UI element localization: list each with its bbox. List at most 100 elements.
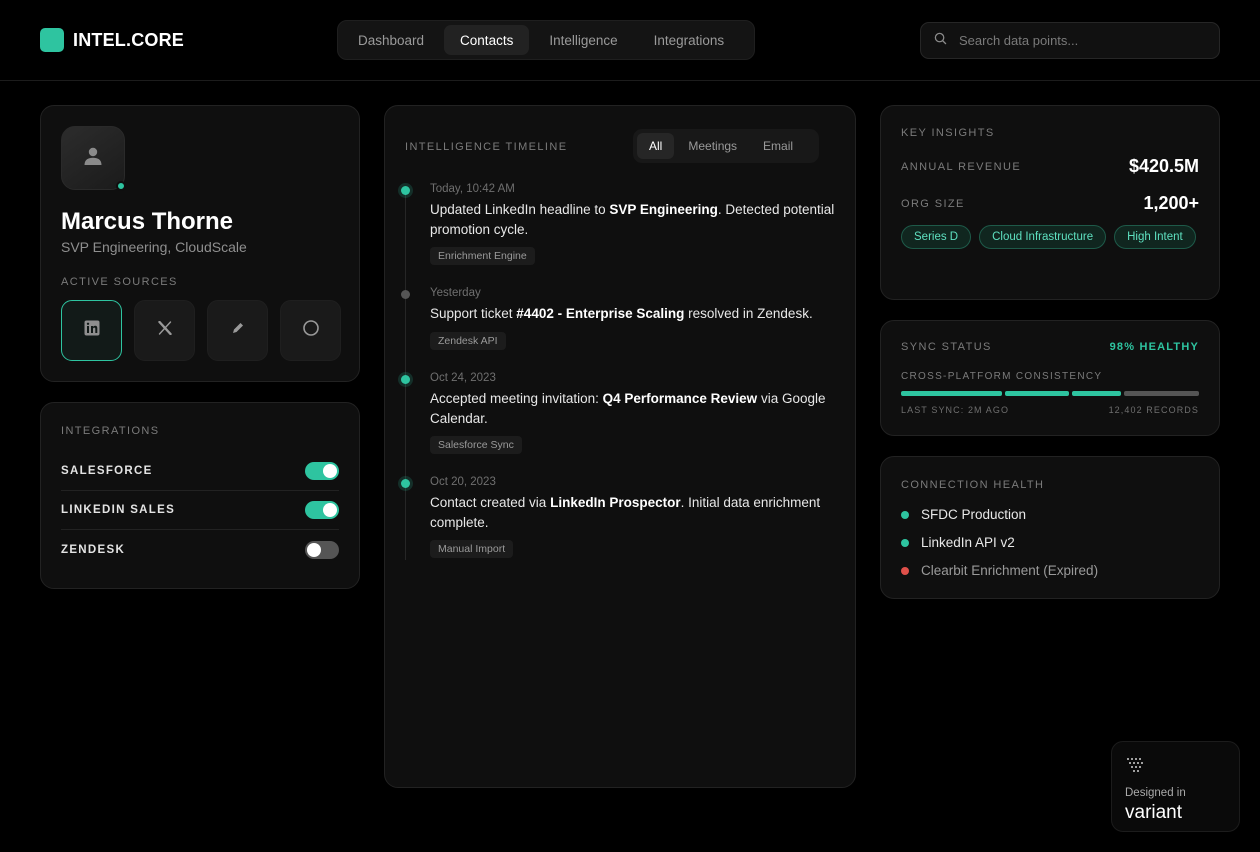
connection-name: SFDC Production	[921, 507, 1027, 522]
search-input[interactable]	[959, 33, 1199, 48]
toggle-knob	[307, 542, 321, 557]
timeline-event: Oct 20, 2023 Contact created via LinkedI…	[401, 476, 831, 558]
designed-in-badge[interactable]: Designed in variant	[1111, 741, 1240, 832]
timeline-event: Oct 24, 2023 Accepted meeting invitation…	[401, 372, 831, 454]
integrations-card: INTEGRATIONS SALESFORCE LINKEDIN SALES Z…	[40, 402, 360, 589]
annual-revenue-label: ANNUAL REVENUE	[901, 160, 1022, 173]
sync-header: SYNC STATUS 98% HEALTHY	[901, 341, 1199, 353]
profile-card: Marcus Thorne SVP Engineering, CloudScal…	[40, 105, 360, 382]
salesforce-toggle[interactable]	[305, 462, 339, 480]
consistency-bar	[901, 391, 1199, 396]
consistency-bar-segment	[901, 391, 1003, 396]
last-sync-text: LAST SYNC: 2M AGO	[901, 405, 1010, 415]
nav-tab-contacts[interactable]: Contacts	[444, 25, 530, 55]
org-size-row: ORG SIZE 1,200+	[901, 193, 1199, 214]
event-date: Oct 20, 2023	[430, 476, 496, 488]
filter-tab-all[interactable]: All	[637, 133, 675, 159]
event-date: Today, 10:42 AM	[430, 183, 515, 195]
connection-name: Clearbit Enrichment (Expired)	[921, 563, 1099, 578]
event-text: Updated LinkedIn headline to SVP Enginee…	[430, 202, 835, 237]
search-box	[920, 22, 1220, 59]
consistency-label: CROSS-PLATFORM CONSISTENCY	[901, 371, 1103, 382]
records-count: 12,402 RECORDS	[1108, 405, 1199, 415]
connection-health-card: CONNECTION HEALTH SFDC Production Linked…	[880, 456, 1220, 599]
event-text: Accepted meeting invitation: Q4 Performa…	[430, 391, 826, 426]
annual-revenue-value: $420.5M	[1128, 156, 1199, 176]
timeline-dot	[401, 186, 410, 195]
timeline-label: INTELLIGENCE TIMELINE	[405, 141, 568, 153]
source-circle-button[interactable]	[280, 300, 341, 361]
insight-tags: Series D Cloud Infrastructure High Inten…	[901, 225, 1199, 249]
event-text: Contact created via LinkedIn Prospector.…	[430, 495, 821, 530]
sync-footer: LAST SYNC: 2M AGO 12,402 RECORDS	[901, 405, 1199, 415]
annual-revenue-row: ANNUAL REVENUE $420.5M	[901, 156, 1199, 177]
insight-tag: High Intent	[1114, 225, 1196, 249]
consistency-bar-segment	[1005, 391, 1069, 396]
timeline-dot	[401, 479, 410, 488]
linkedin-sales-toggle[interactable]	[305, 501, 339, 519]
source-x-button[interactable]	[134, 300, 195, 361]
timeline-filter: All Meetings Email	[633, 129, 819, 163]
variant-logo-icon	[1126, 757, 1144, 778]
sync-status-label: SYNC STATUS	[901, 341, 992, 353]
key-insights-label: KEY INSIGHTS	[901, 127, 995, 139]
nav-tab-dashboard[interactable]: Dashboard	[342, 25, 440, 55]
integration-name: ZENDESK	[61, 543, 126, 556]
linkedin-icon	[84, 320, 100, 341]
status-dot	[901, 510, 909, 519]
source-linkedin-button[interactable]	[61, 300, 122, 361]
nav-tab-intelligence[interactable]: Intelligence	[533, 25, 633, 55]
event-source-tag: Zendesk API	[430, 331, 506, 350]
timeline-dot	[401, 290, 410, 299]
toggle-knob	[323, 464, 337, 478]
main-nav: Dashboard Contacts Intelligence Integrat…	[337, 20, 755, 60]
event-source-tag: Enrichment Engine	[430, 247, 535, 265]
nav-tab-integrations[interactable]: Integrations	[638, 25, 741, 55]
badge-caption: Designed in	[1125, 787, 1186, 799]
source-pen-button[interactable]	[207, 300, 268, 361]
insight-tag: Series D	[901, 225, 972, 249]
timeline-event: Yesterday Support ticket #4402 - Enterpr…	[401, 287, 831, 350]
pen-icon	[231, 321, 245, 340]
zendesk-toggle[interactable]	[305, 540, 339, 559]
filter-tab-email[interactable]: Email	[751, 133, 805, 159]
event-date: Yesterday	[430, 287, 481, 299]
integration-row-linkedin-sales: LINKEDIN SALES	[61, 491, 339, 530]
org-size-value: 1,200+	[1143, 193, 1199, 213]
user-icon	[82, 145, 104, 172]
sync-status-card: SYNC STATUS 98% HEALTHY CROSS-PLATFORM C…	[880, 320, 1220, 436]
connection-item: SFDC Production	[901, 507, 1026, 522]
filter-tab-meetings[interactable]: Meetings	[676, 133, 749, 159]
toggle-knob	[323, 503, 337, 517]
status-dot	[901, 538, 909, 547]
integration-name: LINKEDIN SALES	[61, 504, 176, 516]
badge-brand: variant	[1125, 802, 1183, 823]
integration-row-zendesk: ZENDESK	[61, 530, 339, 569]
x-icon	[157, 320, 172, 340]
connection-health-label: CONNECTION HEALTH	[901, 479, 1045, 491]
logo-text: INTEL.CORE	[73, 29, 185, 50]
connection-name: LinkedIn API v2	[921, 535, 1015, 550]
status-dot	[901, 566, 909, 575]
key-insights-card: KEY INSIGHTS ANNUAL REVENUE $420.5M ORG …	[880, 105, 1220, 300]
top-bar: INTEL.CORE Dashboard Contacts Intelligen…	[0, 0, 1260, 81]
event-date: Oct 24, 2023	[430, 372, 496, 384]
event-source-tag: Manual Import	[430, 540, 514, 558]
consistency-bar-segment	[1123, 391, 1199, 396]
avatar	[61, 126, 125, 190]
timeline-dot	[401, 375, 410, 384]
contact-name: Marcus Thorne	[61, 208, 234, 235]
contact-title: SVP Engineering, CloudScale	[61, 239, 247, 255]
integrations-label: INTEGRATIONS	[61, 425, 160, 437]
consistency-bar-segment	[1071, 391, 1121, 396]
active-sources-label: ACTIVE SOURCES	[61, 276, 178, 288]
timeline-event: Today, 10:42 AM Updated LinkedIn headlin…	[401, 183, 834, 265]
connection-item: LinkedIn API v2	[901, 535, 1015, 550]
integration-name: SALESFORCE	[61, 465, 153, 477]
timeline-card: INTELLIGENCE TIMELINE All Meetings Email…	[384, 105, 856, 788]
logo[interactable]: INTEL.CORE	[40, 28, 184, 52]
search-icon	[934, 32, 947, 50]
online-status-dot	[116, 181, 126, 191]
sync-health-value: 98% HEALTHY	[1109, 341, 1199, 353]
event-source-tag: Salesforce Sync	[430, 436, 522, 454]
